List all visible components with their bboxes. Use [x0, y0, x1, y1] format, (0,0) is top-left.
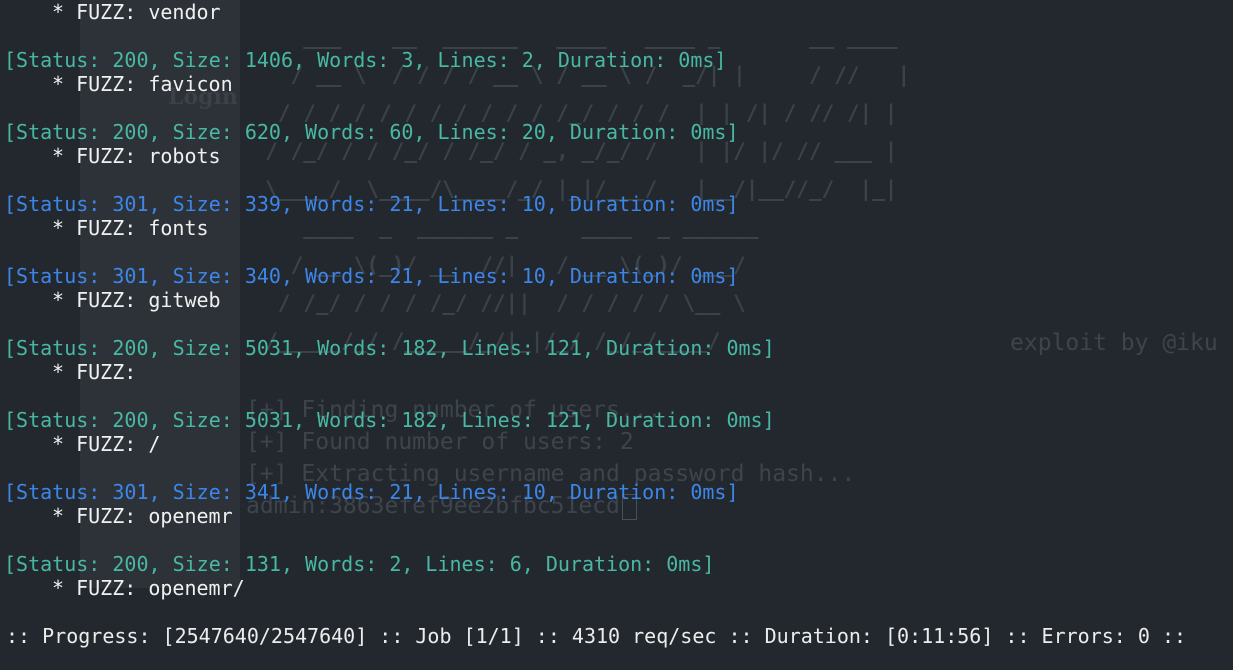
fuzz-value: openemr — [148, 504, 233, 528]
fuzz-prefix: * FUZZ: — [52, 72, 149, 96]
status-line: [Status: 200, Size: 5031, Words: 182, Li… — [4, 408, 775, 432]
fuzz-prefix: * FUZZ: — [52, 504, 149, 528]
status-line: [Status: 200, Size: 620, Words: 60, Line… — [4, 120, 739, 144]
fuzz-prefix: * FUZZ: — [52, 0, 149, 24]
fuzz-value: gitweb — [148, 288, 221, 312]
fuzz-line: * FUZZ: favicon — [0, 72, 233, 96]
status-line: [Status: 200, Size: 5031, Words: 182, Li… — [4, 336, 775, 360]
fuzz-line: * FUZZ: openemr/ — [0, 576, 245, 600]
fuzz-line: * FUZZ: openemr — [0, 504, 233, 528]
status-line: [Status: 301, Size: 341, Words: 21, Line… — [4, 480, 739, 504]
fuzz-prefix: * FUZZ: — [52, 360, 149, 384]
fuzz-line: * FUZZ: / — [0, 432, 160, 456]
fuzz-line: * FUZZ: fonts — [0, 216, 209, 240]
fuzz-value: openemr/ — [148, 576, 245, 600]
fuzz-prefix: * FUZZ: — [52, 432, 149, 456]
fuzz-line: * FUZZ: vendor — [0, 0, 221, 24]
exploit-credit: exploit by @iku — [1010, 330, 1218, 356]
fuzz-value: vendor — [148, 0, 221, 24]
progress-line: :: Progress: [2547640/2547640] :: Job [1… — [6, 624, 1187, 648]
fuzz-prefix: * FUZZ: — [52, 216, 149, 240]
fuzz-line: * FUZZ: robots — [0, 144, 221, 168]
status-line: [Status: 301, Size: 340, Words: 21, Line… — [4, 264, 739, 288]
fuzz-value: favicon — [148, 72, 233, 96]
fuzz-prefix: * FUZZ: — [52, 288, 149, 312]
status-line: [Status: 200, Size: 1406, Words: 3, Line… — [4, 48, 727, 72]
status-line: [Status: 200, Size: 131, Words: 2, Lines… — [4, 552, 715, 576]
fuzz-value: / — [148, 432, 161, 456]
fuzz-prefix: * FUZZ: — [52, 144, 149, 168]
status-line: [Status: 301, Size: 339, Words: 21, Line… — [4, 192, 739, 216]
fuzz-line: * FUZZ: — [0, 360, 148, 384]
fuzz-value: fonts — [148, 216, 209, 240]
fuzz-value: robots — [148, 144, 221, 168]
fuzz-line: * FUZZ: gitweb — [0, 288, 221, 312]
fuzz-prefix: * FUZZ: — [52, 576, 149, 600]
